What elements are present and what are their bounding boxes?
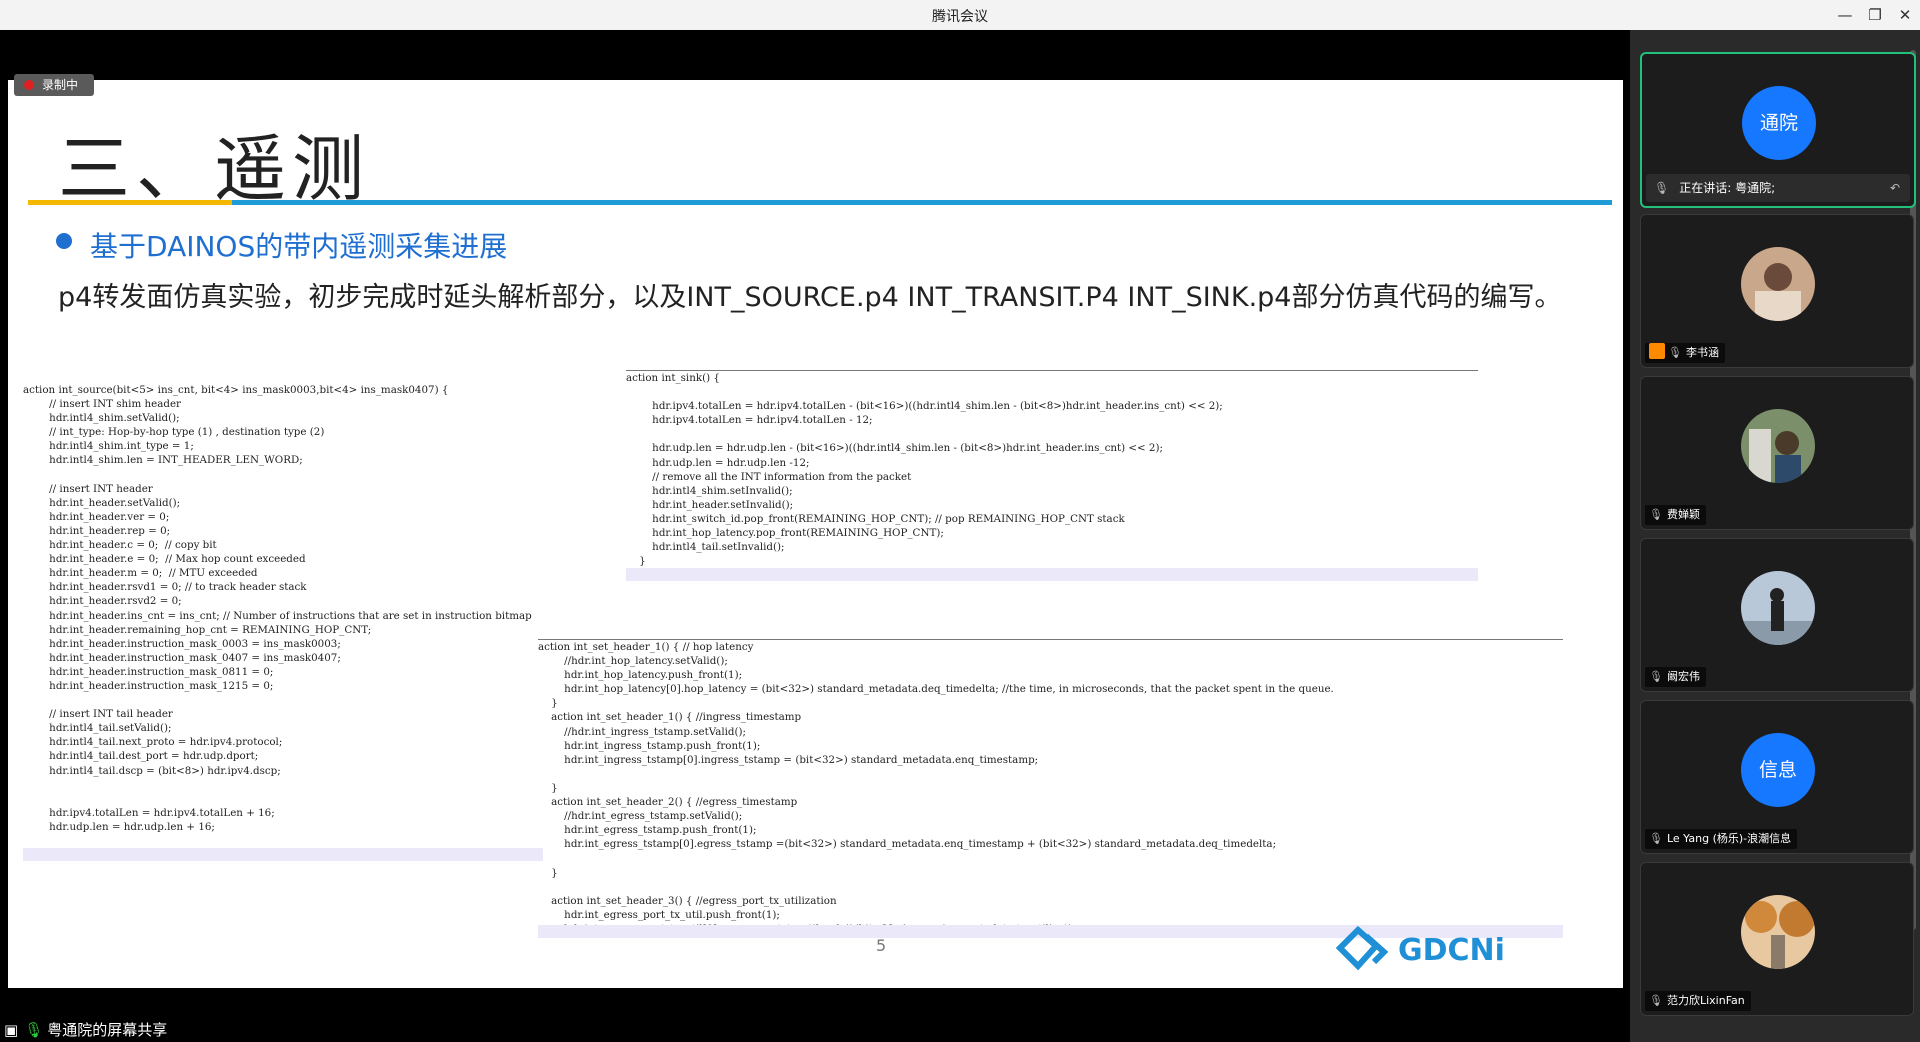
participant-nameplate: 🎙 李书涵 xyxy=(1645,343,1725,363)
participant-tile[interactable]: 🎙 李书涵 xyxy=(1640,214,1914,368)
participant-name: 范力欣LixinFan xyxy=(1666,994,1745,1007)
participant-tile[interactable]: 🎙 范力欣LixinFan xyxy=(1640,862,1914,1016)
mic-icon: 🎙 xyxy=(1649,832,1663,845)
mic-muted-icon: 🎙 xyxy=(1654,181,1670,195)
mic-icon: 🎙 xyxy=(1649,994,1663,1007)
mic-icon: 🎙 xyxy=(24,1021,44,1039)
participant-name: Le Yang (杨乐)-浪潮信息 xyxy=(1666,832,1792,845)
participant-tile-speaker[interactable]: 通院 🎙 正在讲话: 粤通院; ↶ xyxy=(1640,52,1916,208)
participant-tile[interactable]: 🎙 费婵颖 xyxy=(1640,376,1914,530)
avatar xyxy=(1741,571,1815,645)
close-icon[interactable]: ✕ xyxy=(1892,4,1918,26)
title-underline-blue xyxy=(232,200,1612,205)
presentation-slide: 三、遥测 基于DAINOS的带内遥测采集进展 p4转发面仿真实验，初步完成时延头… xyxy=(8,80,1623,988)
code-text: action int_set_header_1() { // hop laten… xyxy=(538,641,1334,935)
participant-nameplate: 🎙 范力欣LixinFan xyxy=(1645,991,1751,1011)
avatar xyxy=(1741,895,1815,969)
participant-nameplate: 🎙 阚宏伟 xyxy=(1645,667,1706,687)
mic-icon: 🎙 xyxy=(1649,508,1663,521)
recording-badge[interactable]: 录制中 xyxy=(14,74,94,96)
mic-icon: 🎙 xyxy=(1668,346,1682,359)
avatar: 通院 xyxy=(1742,86,1816,160)
participant-nameplate: 🎙 费婵颖 xyxy=(1645,505,1706,525)
participant-name: 费婵颖 xyxy=(1666,508,1700,521)
host-icon xyxy=(1649,343,1665,359)
gdcni-logo: GDCNi xyxy=(1335,925,1556,972)
avatar xyxy=(1741,409,1815,483)
screen-icon: ▣ xyxy=(4,1021,19,1039)
title-underline-yellow xyxy=(28,200,232,205)
speaking-label: 正在讲话: 粤通院; xyxy=(1679,181,1776,195)
logo-text: GDCNi xyxy=(1398,933,1505,968)
recording-label: 录制中 xyxy=(42,78,79,92)
slide-description: p4转发面仿真实验，初步完成时延头解析部分，以及INT_SOURCE.p4 IN… xyxy=(58,282,1562,313)
code-text: action int_source(bit<5> ins_cnt, bit<4>… xyxy=(23,384,532,861)
window-titlebar: 腾讯会议 — ❐ ✕ xyxy=(0,0,1920,31)
mic-icon: 🎙 xyxy=(1649,670,1663,683)
speaking-indicator: 🎙 正在讲话: 粤通院; ↶ xyxy=(1646,174,1910,202)
participant-tile[interactable]: 信息 🎙 Le Yang (杨乐)-浪潮信息 xyxy=(1640,700,1914,854)
participant-name: 李书涵 xyxy=(1685,346,1719,359)
screen-share-label: ▣ 🎙 粤通院的屏幕共享 xyxy=(0,1018,1630,1042)
restore-icon[interactable]: ❐ xyxy=(1862,4,1888,26)
reply-icon[interactable]: ↶ xyxy=(1890,174,1900,202)
code-highlight-line xyxy=(23,848,543,861)
share-label-text: 粤通院的屏幕共享 xyxy=(47,1021,168,1039)
avatar: 信息 xyxy=(1741,733,1815,807)
slide-subtitle: 基于DAINOS的带内遥测采集进展 xyxy=(90,230,508,263)
participant-nameplate: 🎙 Le Yang (杨乐)-浪潮信息 xyxy=(1645,829,1798,849)
participants-panel: 通院 🎙 正在讲话: 粤通院; ↶ 🎙 李书涵 🎙 费婵颖 🎙 阚宏伟 信息 🎙 Le Y… xyxy=(1630,30,1920,1042)
participant-name: 阚宏伟 xyxy=(1666,670,1700,683)
window-title: 腾讯会议 xyxy=(932,9,988,25)
record-icon xyxy=(24,80,34,90)
slide-page-number: 5 xyxy=(876,936,887,955)
minimize-icon[interactable]: — xyxy=(1832,4,1858,26)
avatar xyxy=(1741,247,1815,321)
code-highlight-line xyxy=(626,568,1478,581)
participant-tile[interactable]: 🎙 阚宏伟 xyxy=(1640,538,1914,692)
bullet-icon xyxy=(56,233,72,249)
code-text: action int_sink() { hdr.ipv4.totalLen = … xyxy=(626,372,1223,568)
